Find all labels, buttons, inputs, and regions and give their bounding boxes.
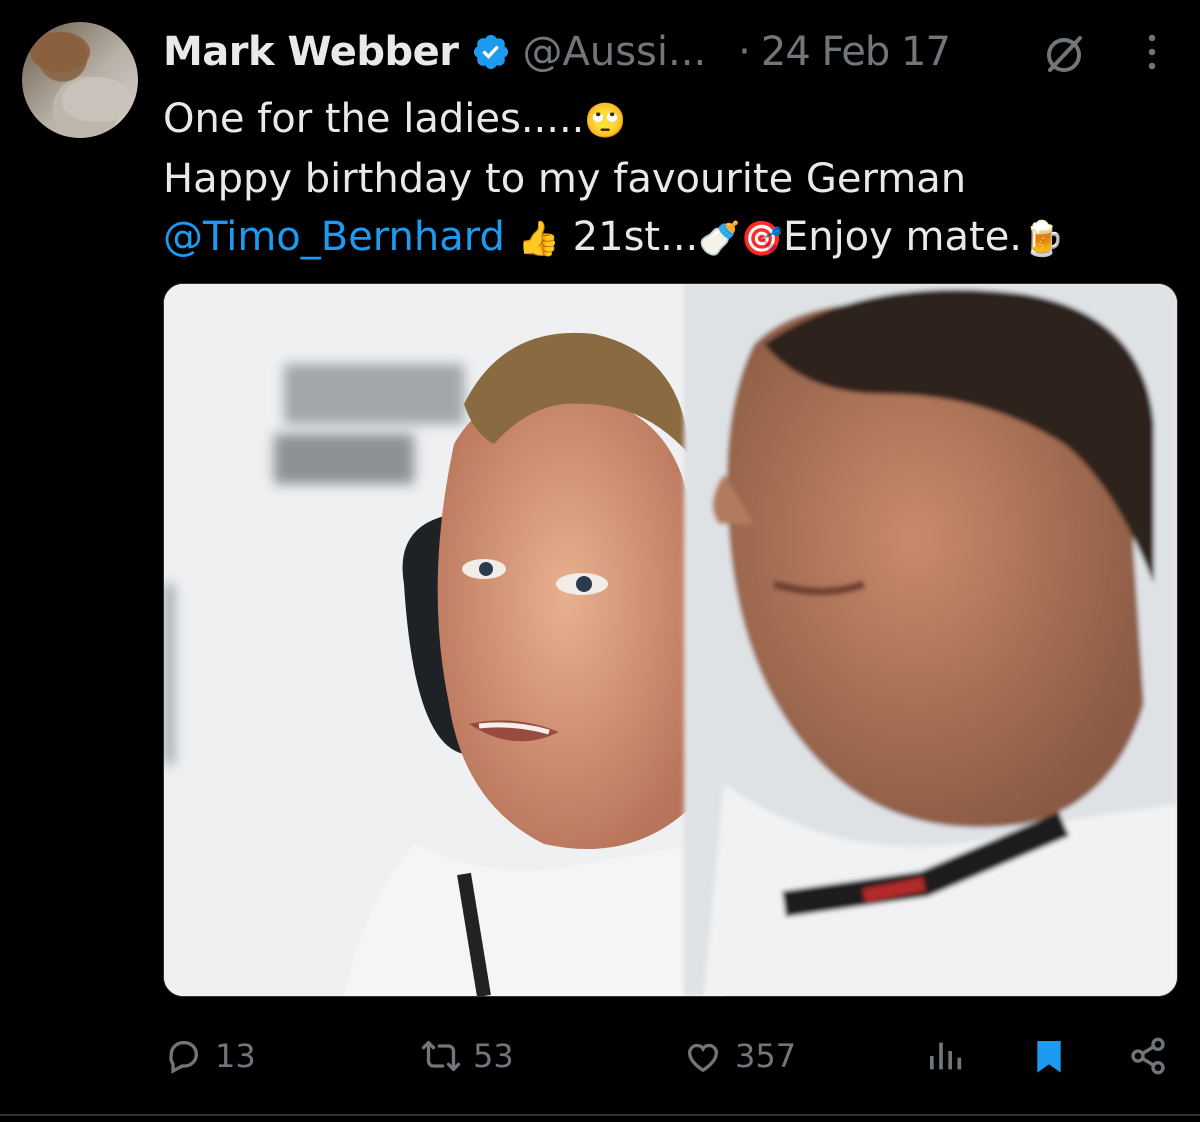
author-name[interactable]: Mark Webber (163, 29, 459, 75)
reply-icon (169, 1041, 198, 1074)
avatar-dog-brown (30, 32, 90, 72)
tweet-actions: 13 53 357 (163, 1030, 1176, 1082)
mention-link[interactable]: @Timo_Bernhard (163, 214, 505, 260)
reply-button[interactable]: 13 (163, 1030, 256, 1082)
tweet-line-3-text-2: Enjoy mate. (782, 214, 1023, 260)
grok-icon[interactable] (1040, 30, 1088, 78)
baby-bottle-emoji-icon: 🍼 (698, 219, 741, 259)
bookmark-icon (1037, 1041, 1061, 1073)
verified-badge-icon[interactable] (471, 32, 511, 72)
author-handle[interactable]: @Aussi... (523, 29, 707, 75)
avatar[interactable] (22, 22, 138, 138)
like-count: 357 (735, 1037, 797, 1075)
beer-emoji-icon: 🍺 (1022, 219, 1065, 259)
tweet-divider (0, 1114, 1200, 1116)
eye-roll-emoji-icon: 🙄 (584, 101, 627, 141)
tweet-text: One for the ladies.....🙄 Happy birthday … (163, 90, 1173, 268)
bookmark-button[interactable] (1029, 1030, 1069, 1082)
views-button[interactable] (925, 1030, 965, 1082)
tweet-date[interactable]: 24 Feb 17 (761, 29, 951, 75)
repost-button[interactable]: 53 (421, 1030, 514, 1082)
repost-count: 53 (473, 1037, 514, 1075)
avatar-dog-grey (62, 77, 132, 122)
separator-dot: · (738, 29, 751, 75)
repost-icon (421, 1041, 461, 1071)
share-icon (1131, 1037, 1165, 1075)
views-icon (930, 1042, 962, 1070)
photo-illustration (164, 284, 1177, 996)
target-emoji-icon: 🎯 (740, 219, 783, 259)
thumbs-up-emoji-icon: 👍 (517, 219, 560, 259)
reply-count: 13 (215, 1037, 256, 1075)
heart-icon (687, 1043, 719, 1073)
tweet-header: Mark Webber @Aussi... · 24 Feb 17 (163, 24, 951, 80)
tweet-line-3-text-1: 21st... (559, 214, 699, 260)
tweet-line-2: Happy birthday to my favourite German (163, 156, 967, 202)
tweet-line-1-text: One for the ladies..... (163, 96, 585, 142)
tweet-line-1: One for the ladies.....🙄 (163, 90, 1173, 150)
tweet-line-3: @Timo_Bernhard 👍 21st...🍼🎯Enjoy mate.🍺 (163, 208, 1173, 268)
share-button[interactable] (1128, 1030, 1168, 1082)
more-options-icon[interactable] (1140, 30, 1164, 74)
like-button[interactable]: 357 (683, 1030, 796, 1082)
tweet-photo[interactable] (163, 283, 1178, 997)
